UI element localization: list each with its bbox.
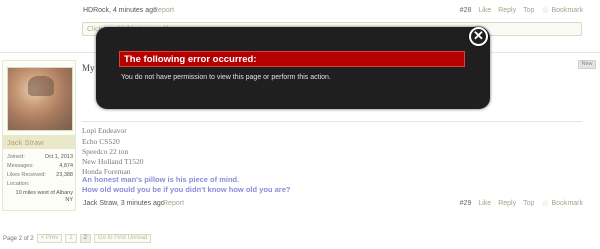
- error-heading-bar: The following error occurred:: [119, 51, 465, 67]
- error-dialog: The following error occurred: You do not…: [96, 27, 490, 109]
- error-message: You do not have permission to view this …: [121, 74, 331, 81]
- close-icon[interactable]: ✕: [469, 27, 488, 46]
- error-heading: The following error occurred:: [124, 54, 257, 65]
